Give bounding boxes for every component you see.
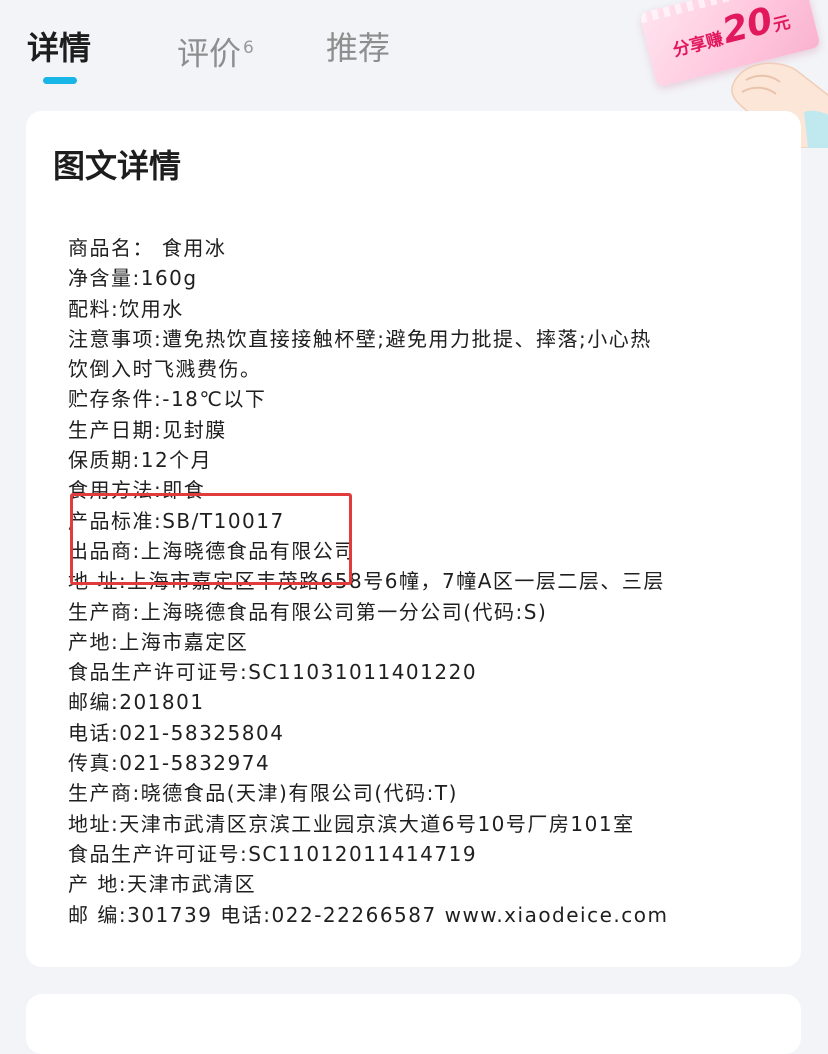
detail-line: 地址:天津市武清区京滨工业园京滨大道6号10号厂房101室 [68,811,635,836]
detail-line: 贮存条件:-18℃以下 [68,387,267,412]
graphic-details-card: 图文详情 商品名： 食用冰 净含量:160g 配料:饮用水注意事项:遭免热饮直接接触… [26,111,801,967]
detail-line: 邮 编:301739 电话:022-22266587 www.xiaodeice… [68,902,669,927]
detail-line: 保质期:12个月 [68,448,213,473]
share-earn-prefix: 分享赚 [671,29,726,62]
tab-details[interactable]: 详情 [27,26,91,70]
detail-line: 净含量:160g [68,266,198,291]
share-earn-unit: 元 [771,12,793,37]
detail-line: 注意事项:遭免热饮直接接触杯壁;避免用力批提、摔落;小心热 [68,326,652,351]
detail-line: 配料:饮用水 [68,296,184,321]
tab-details-label: 详情 [27,29,92,67]
next-card [26,994,801,1054]
tab-reviews-label: 评价 [177,34,242,73]
detail-line: 饮倒入时飞溅费伤。 [68,357,262,382]
share-earn-amount: 20 [718,0,777,53]
detail-line: 生产日期:见封膜 [68,417,227,442]
detail-line: 生产商:晓德食品(天津)有限公司(代码:T) [68,781,458,806]
detail-line: 生产商:上海晓德食品有限公司第一分公司(代码:S) [68,599,548,624]
active-tab-indicator [43,77,77,84]
section-title: 图文详情 [53,147,182,185]
detail-line: 商品名： 食用冰 [68,236,227,260]
detail-line: 产 地:天津市武清区 [68,872,257,897]
detail-line: 电话:021-58325804 [68,720,285,745]
tab-recommend[interactable]: 推荐 [326,26,390,70]
detail-line: 邮编:201801 [68,690,205,715]
tab-reviews[interactable]: 评价 6 [177,26,254,76]
detail-line: 传真:021-5832974 [68,751,271,776]
detail-line: 食品生产许可证号:SC11012011414719 [68,841,478,866]
detail-line: 产地:上海市嘉定区 [68,629,249,654]
highlight-annotation [70,493,352,585]
detail-line: 食品生产许可证号:SC11031011401220 [68,660,478,685]
tab-recommend-label: 推荐 [326,29,391,67]
reviews-count-badge: 6 [243,38,254,58]
